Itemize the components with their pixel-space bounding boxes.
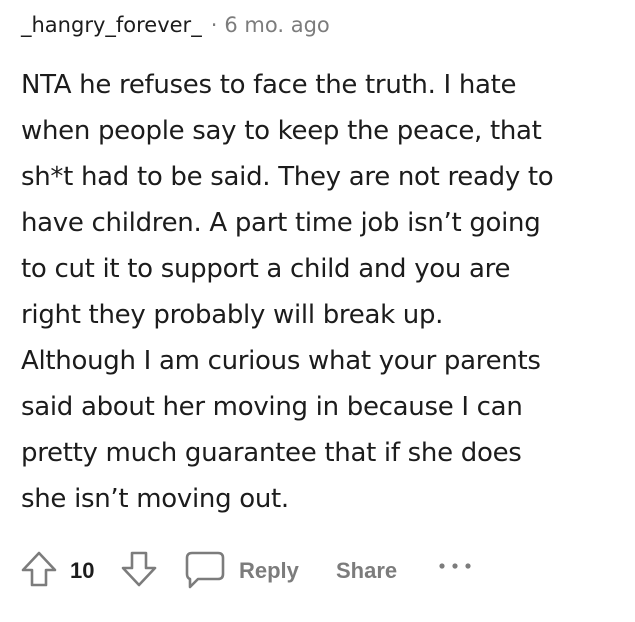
username-link[interactable]: _hangry_forever_ <box>21 13 202 37</box>
meta-separator: · <box>210 13 218 37</box>
comment-body-line: NTA he refuses to face the truth. I hate <box>21 70 517 100</box>
more-options-icon <box>439 563 471 569</box>
share-button[interactable]: Share <box>336 556 397 586</box>
comment-body: NTA he refuses to face the truth. I hate… <box>21 62 621 522</box>
comment-body-line: sh*t had to be said. They are not ready … <box>21 162 554 192</box>
comment-body-line: right they probably will break up. <box>21 300 444 330</box>
more-options-button[interactable] <box>436 554 474 578</box>
reply-icon-button[interactable] <box>184 550 226 590</box>
downvote-arrow-icon <box>121 551 157 587</box>
comment-body-line: when people say to keep the peace, that <box>21 116 542 146</box>
upvote-arrow-icon <box>21 551 57 587</box>
comment-body-line: she isn’t moving out. <box>21 484 289 514</box>
comment: _hangry_forever_ · 6 mo. ago NTA he refu… <box>0 0 635 622</box>
downvote-button[interactable] <box>118 548 160 590</box>
comment-body-line: Although I am curious what your parents <box>21 346 541 376</box>
vote-score: 10 <box>70 558 95 583</box>
comment-body-line: have children. A part time job isn’t goi… <box>21 208 541 238</box>
comment-age[interactable]: 6 mo. ago <box>224 13 329 37</box>
comment-body-line: to cut it to support a child and you are <box>21 254 511 284</box>
reply-button[interactable]: Reply <box>239 556 299 586</box>
comment-body-line: pretty much guarantee that if she does <box>21 438 522 468</box>
comment-meta: _hangry_forever_ · 6 mo. ago <box>21 10 330 40</box>
upvote-button[interactable] <box>18 548 60 590</box>
comment-actions: 10 Reply Share <box>18 546 618 596</box>
comment-body-line: said about her moving in because I can <box>21 392 523 422</box>
speech-bubble-icon <box>185 551 225 589</box>
